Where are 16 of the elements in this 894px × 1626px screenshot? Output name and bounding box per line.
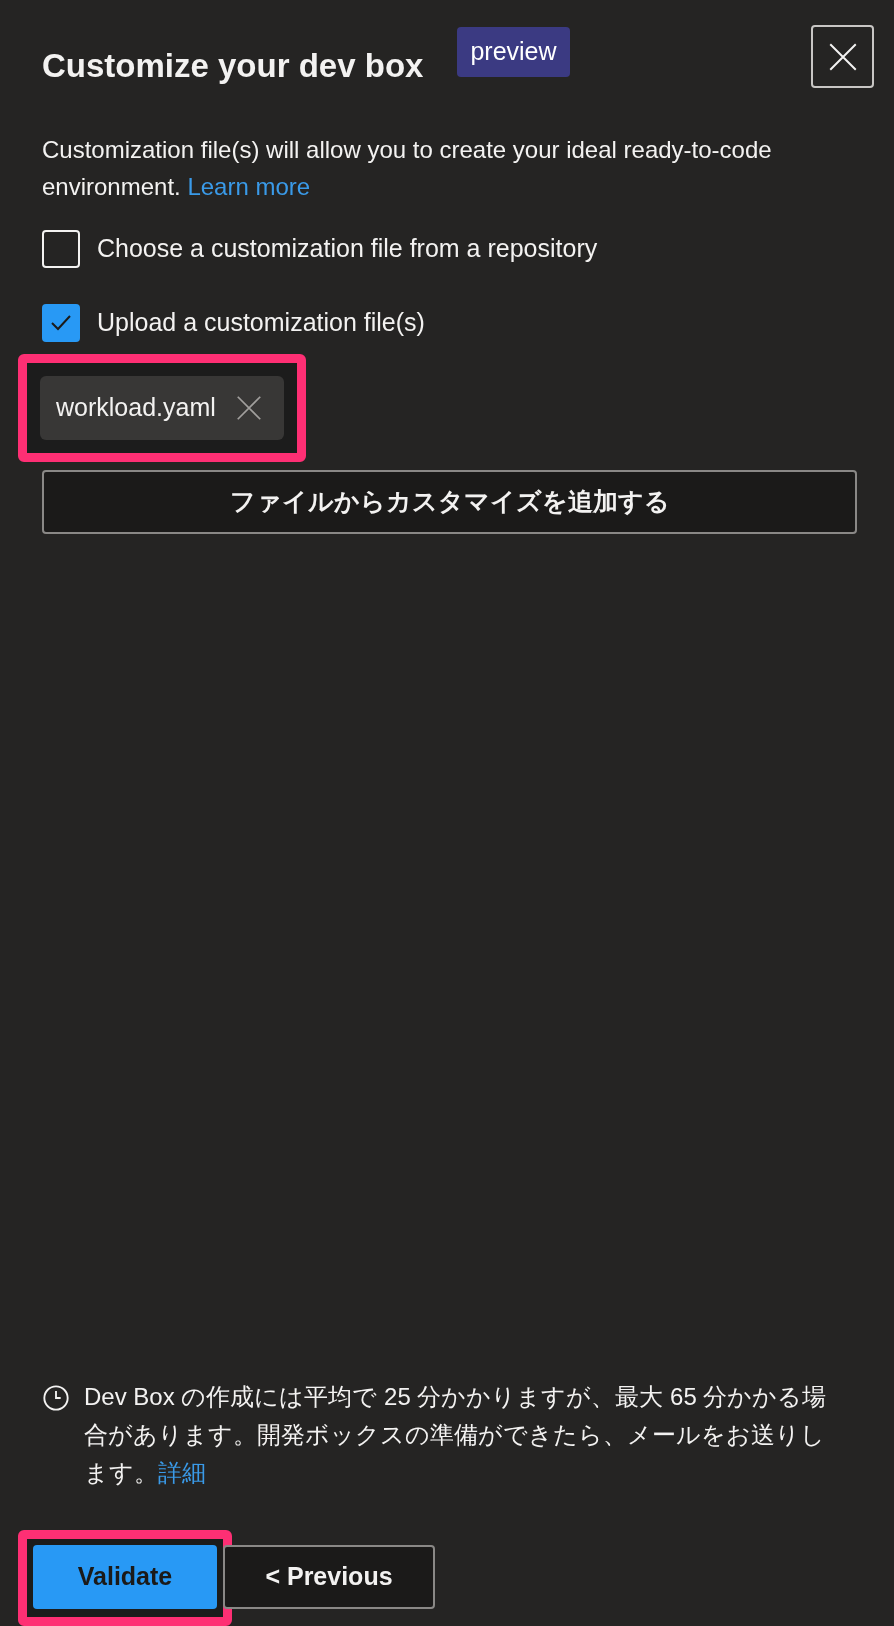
previous-button[interactable]: < Previous xyxy=(223,1545,435,1609)
close-button[interactable] xyxy=(811,25,874,88)
add-customization-button[interactable]: ファイルからカスタマイズを追加する xyxy=(42,469,857,534)
preview-badge: preview xyxy=(457,27,570,77)
file-name: workload.yaml xyxy=(56,391,216,423)
info-note: Dev Box の作成には平均で 25 分かかりますが、最大 65 分かかる場合があります。開発ボックスの準備ができたら、メールをお送りします。詳細 xyxy=(84,1382,828,1488)
validate-button[interactable]: Validate xyxy=(33,1545,217,1609)
option-label: Upload a customization file(s) xyxy=(97,306,425,338)
learn-more-link[interactable]: Learn more xyxy=(187,172,311,200)
checkbox[interactable] xyxy=(42,229,80,268)
option-label: Choose a customization file from a repository xyxy=(97,232,598,264)
panel-title: Customize your dev box xyxy=(42,46,424,86)
description-text: Customization file(s) will allow you to create your ideal ready-to-code environment. Learn more xyxy=(42,134,773,202)
checkbox[interactable] xyxy=(42,303,80,342)
details-link[interactable]: 詳細 xyxy=(158,1459,206,1486)
clock-icon xyxy=(42,1384,70,1412)
